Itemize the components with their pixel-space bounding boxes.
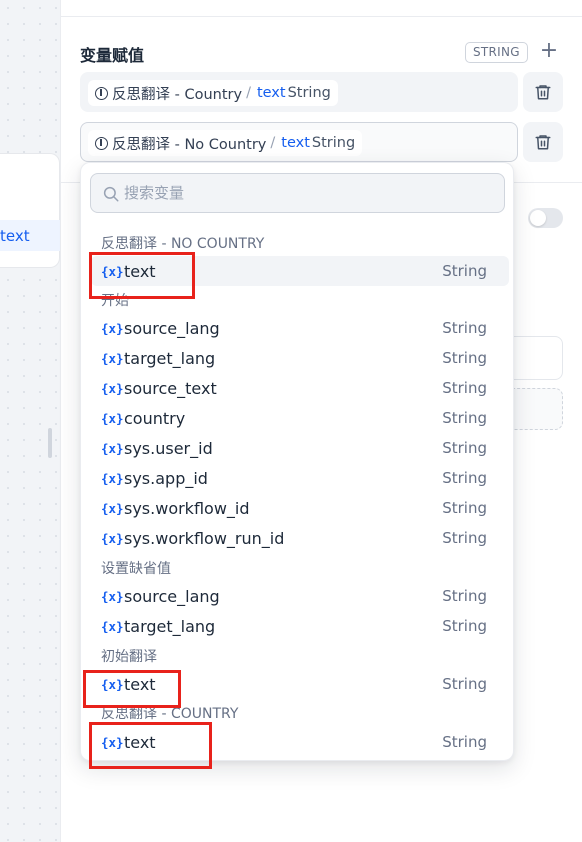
- variable-icon: {x}: [101, 618, 124, 634]
- variable-option[interactable]: {x} country String: [91, 403, 509, 433]
- output-type-badge: STRING: [465, 42, 528, 63]
- variable-icon: {x}: [101, 734, 124, 750]
- variable-name: target_lang: [124, 348, 216, 368]
- trash-icon: [535, 135, 551, 150]
- variable-option[interactable]: {x} source_text String: [91, 373, 509, 403]
- search-input[interactable]: [124, 174, 494, 212]
- variable-option[interactable]: {x} source_lang String: [91, 581, 509, 611]
- variable-type: String: [442, 379, 487, 397]
- variable-option[interactable]: {x} sys.workflow_run_id String: [91, 523, 509, 553]
- variable-picker-dropdown: 反思翻译 - NO COUNTRY {x} text String 开始 {x}…: [80, 162, 514, 761]
- variable-name: sys.workflow_id: [124, 498, 250, 518]
- variable-option[interactable]: {x} target_lang String: [91, 343, 509, 373]
- toggle-switch[interactable]: [528, 208, 563, 228]
- variable-icon: {x}: [101, 320, 124, 336]
- variable-option[interactable]: {x} sys.user_id String: [91, 433, 509, 463]
- variable-type: String: [442, 439, 487, 457]
- group-title: 反思翻译 - COUNTRY: [101, 706, 239, 722]
- search-icon: [103, 186, 119, 202]
- variable-name: text: [124, 261, 156, 281]
- add-variable-button[interactable]: +: [539, 40, 559, 64]
- divider: [61, 16, 582, 17]
- node-icon: [95, 86, 108, 100]
- variable-name: text: [124, 732, 156, 752]
- variable-name: country: [124, 408, 186, 428]
- group-title: 设置缺省值: [101, 561, 171, 577]
- variable-option[interactable]: {x} sys.app_id String: [91, 463, 509, 493]
- variable-type: String: [442, 617, 487, 635]
- variable-type: String: [442, 349, 487, 367]
- variable-icon: {x}: [101, 588, 124, 604]
- variable-icon: {x}: [101, 676, 124, 692]
- variable-option[interactable]: {x} target_lang String: [91, 611, 509, 641]
- variable-name: text: [124, 674, 156, 694]
- search-box[interactable]: [90, 173, 505, 213]
- group-title: 初始翻译: [101, 649, 157, 665]
- chip-node-name: 反思翻译 - No Country: [112, 136, 267, 153]
- chip-separator: /: [246, 85, 251, 101]
- variable-icon: {x}: [101, 500, 124, 516]
- variable-chip: 反思翻译 - No Country / text String: [88, 130, 363, 156]
- variable-type: String: [442, 262, 487, 280]
- variable-type: String: [442, 469, 487, 487]
- variable-icon: {x}: [101, 530, 124, 546]
- plus-icon: +: [539, 38, 559, 63]
- variable-name: source_lang: [124, 586, 220, 606]
- variable-name: source_lang: [124, 318, 220, 338]
- delete-variable-button[interactable]: [523, 122, 563, 162]
- trash-icon: [535, 85, 551, 100]
- variable-icon: {x}: [101, 263, 124, 279]
- variable-name: sys.user_id: [124, 438, 213, 458]
- variable-type: String: [442, 319, 487, 337]
- assigned-variable-row[interactable]: 反思翻译 - Country / text String: [80, 72, 518, 112]
- variable-type: String: [442, 499, 487, 517]
- chip-variable-type: String: [311, 135, 356, 151]
- variable-option[interactable]: {x} text String: [91, 256, 509, 286]
- delete-variable-button[interactable]: [523, 72, 563, 112]
- variable-type: String: [442, 733, 487, 751]
- variable-option[interactable]: {x} sys.workflow_id String: [91, 493, 509, 523]
- variable-icon: {x}: [101, 380, 124, 396]
- variable-icon: {x}: [101, 440, 124, 456]
- variable-option[interactable]: {x} text String: [91, 727, 509, 757]
- chip-variable-name: text: [281, 135, 310, 151]
- assigned-variable-row[interactable]: 反思翻译 - No Country / text String: [80, 122, 518, 162]
- variable-icon: {x}: [101, 350, 124, 366]
- chip-separator: /: [270, 135, 276, 151]
- variable-icon: {x}: [101, 470, 124, 486]
- panel-resize-handle[interactable]: [48, 428, 52, 458]
- group-title: 反思翻译 - NO COUNTRY: [101, 236, 265, 252]
- variable-chip: 反思翻译 - Country / text String: [88, 80, 338, 106]
- variable-name: target_lang: [124, 616, 216, 636]
- variable-type: String: [442, 675, 487, 693]
- variable-name: sys.app_id: [124, 468, 208, 488]
- variable-type: String: [442, 587, 487, 605]
- canvas-node-var-label: text: [0, 227, 30, 245]
- variable-name: source_text: [124, 378, 217, 398]
- variable-option[interactable]: {x} source_lang String: [91, 313, 509, 343]
- canvas-node[interactable]: text: [0, 153, 60, 268]
- chip-node-name: 反思翻译 - Country: [112, 86, 243, 103]
- variable-type: String: [442, 529, 487, 547]
- group-title: 开始: [101, 293, 129, 309]
- variable-type: String: [442, 409, 487, 427]
- variable-icon: {x}: [101, 410, 124, 426]
- chip-variable-type: String: [287, 85, 331, 101]
- variable-name: sys.workflow_run_id: [124, 528, 285, 548]
- node-icon: [95, 136, 108, 150]
- section-title: 变量赋值: [80, 46, 145, 65]
- chip-variable-name: text: [256, 85, 286, 101]
- variable-option[interactable]: {x} text String: [91, 669, 509, 699]
